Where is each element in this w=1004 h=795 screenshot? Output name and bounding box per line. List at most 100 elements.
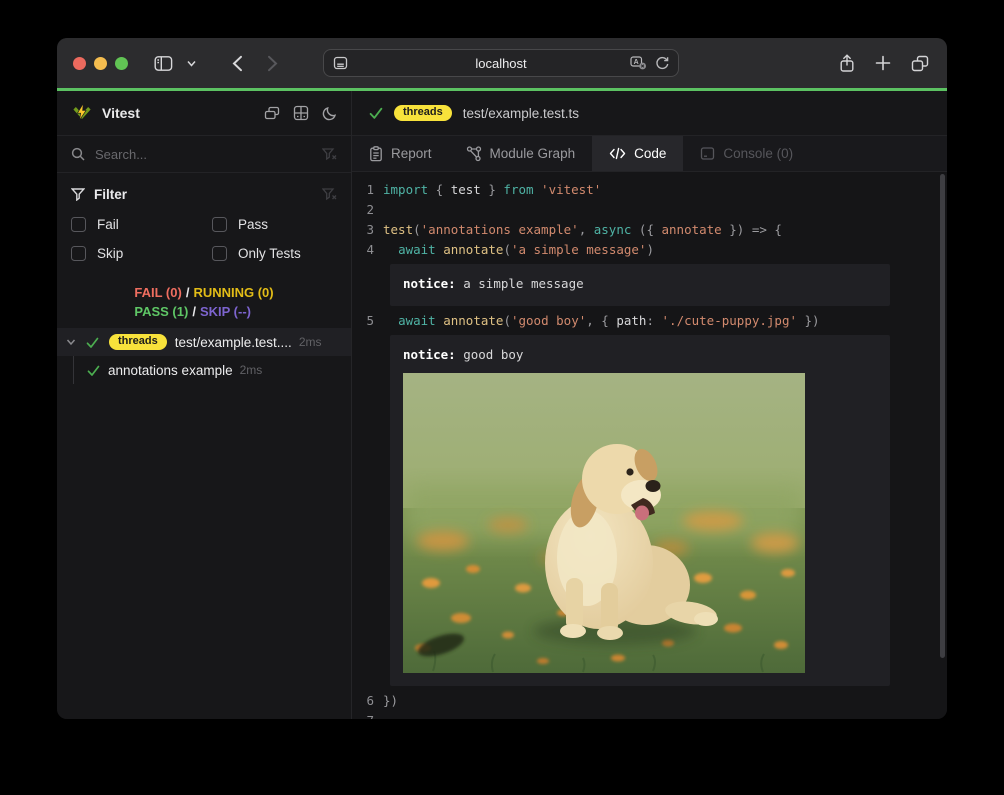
test-case-row[interactable]: annotations example 2ms [57,356,351,384]
line-number: 5 [360,311,374,331]
checkbox-icon[interactable] [71,246,86,261]
search-input[interactable] [95,147,312,162]
fail-count: FAIL (0) [134,285,181,300]
browser-toolbar: localhost A [57,38,947,88]
code-line: 2 [352,200,947,220]
line-number: 3 [360,220,374,240]
notice-label: notice: [403,347,456,362]
filter-section: Filter Fail Pass [57,173,351,264]
code-text: test('annotations example', async ({ ann… [383,220,782,240]
funnel-icon [71,188,85,201]
tab-console[interactable]: Console (0) [683,136,810,171]
file-header: threads test/example.test.ts [352,91,947,136]
tab-overview-icon[interactable] [911,55,929,72]
reload-icon[interactable] [655,56,669,70]
close-window-button[interactable] [73,57,86,70]
report-icon [369,146,383,162]
line-number: 4 [360,240,374,260]
filter-checkbox-pass[interactable]: Pass [212,214,337,235]
code-line: 4 await annotate('a simple message') [352,240,947,260]
notice-text: a simple message [456,276,584,291]
code-editor[interactable]: 1 import { test } from 'vitest' 23 test('an… [352,172,947,719]
traffic-lights [73,57,128,70]
filter-checkbox-fail[interactable]: Fail [71,214,212,235]
code-line: 6}) [352,691,947,711]
url-text: localhost [324,56,678,71]
line-number: 7 [360,711,374,719]
search-row [57,136,351,173]
check-icon [86,336,99,349]
scrollbar-thumb[interactable] [940,174,945,658]
code-line: 7 [352,711,947,719]
vitest-logo-icon [71,102,93,124]
line-number: 1 [360,180,374,200]
app-title: Vitest [102,105,140,121]
pool-badge: threads [109,334,167,350]
test-case-duration: 2ms [240,363,263,377]
annotation-box: notice: good boy [390,335,890,686]
notice-label: notice: [403,276,456,291]
browser-window: localhost A [57,38,947,719]
check-icon [87,364,100,377]
test-stats: FAIL (0)/RUNNING (0) PASS (1)/SKIP (--) [57,283,351,321]
coverage-grid-icon[interactable] [293,105,309,121]
dark-mode-moon-icon[interactable] [322,106,337,121]
clear-search-filter-icon[interactable] [322,148,337,161]
code-text: await annotate('a simple message') [383,240,654,260]
clear-filters-icon[interactable] [322,188,337,201]
main-panel: threads test/example.test.ts Report [352,91,947,719]
test-tree: threads test/example.test.... 2ms annota… [57,328,351,384]
panel-tabs: Report Module Graph [352,136,947,172]
annotation-notice: notice: a simple message [403,275,877,293]
back-button-icon[interactable] [232,55,243,72]
filter-checkbox-skip[interactable]: Skip [71,243,212,264]
annotation-notice: notice: good boy [403,346,877,364]
skip-count: SKIP (--) [200,304,251,319]
code-text: }) [383,691,398,711]
search-icon [71,147,85,161]
test-file-row[interactable]: threads test/example.test.... 2ms [57,328,351,356]
tab-module-graph[interactable]: Module Graph [449,136,593,171]
filter-options: Fail Pass Skip Only Tests [71,214,337,264]
new-tab-icon[interactable] [875,55,891,71]
svg-text:A: A [634,59,639,66]
line-number: 6 [360,691,374,711]
checkbox-icon[interactable] [212,217,227,232]
code-text: import { test } from 'vitest' [383,180,601,200]
code-line: 1 import { test } from 'vitest' [352,180,947,200]
forward-button-icon[interactable] [267,55,278,72]
minimize-window-button[interactable] [94,57,107,70]
test-case-name: annotations example [108,363,233,378]
checkbox-icon[interactable] [71,217,86,232]
notice-text: good boy [456,347,524,362]
expand-chevron-down-icon[interactable] [65,336,77,348]
share-icon[interactable] [839,54,855,73]
filter-title: Filter [94,187,127,202]
annotation-image-cute-puppy [403,373,805,673]
code-icon [609,147,626,160]
sidebar-header: Vitest [57,91,351,136]
code-content: 1 import { test } from 'vitest' 23 test('an… [352,180,947,719]
annotation-box: notice: a simple message [390,264,890,306]
address-bar[interactable]: localhost A [323,49,679,77]
sidebar-dropdown-chevron-icon[interactable] [187,60,196,67]
tab-code[interactable]: Code [592,136,683,171]
sidebar-toggle-icon[interactable] [154,55,173,72]
test-file-duration: 2ms [299,335,322,349]
dashboard-windows-icon[interactable] [264,106,280,121]
checkbox-icon[interactable] [212,246,227,261]
open-file-name: test/example.test.ts [463,106,579,121]
filter-checkbox-only-tests[interactable]: Only Tests [212,243,337,264]
code-text: await annotate('good boy', { path: './cu… [383,311,820,331]
code-line: 5 await annotate('good boy', { path: './… [352,311,947,331]
code-line: 3 test('annotations example', async ({ an… [352,220,947,240]
translate-icon[interactable]: A [630,56,647,70]
line-number: 2 [360,200,374,220]
module-graph-icon [466,146,482,162]
running-count: RUNNING (0) [193,285,273,300]
page-settings-icon[interactable] [333,56,348,70]
zoom-window-button[interactable] [115,57,128,70]
tab-report[interactable]: Report [352,136,449,171]
pass-count: PASS (1) [134,304,188,319]
check-icon [369,106,383,120]
